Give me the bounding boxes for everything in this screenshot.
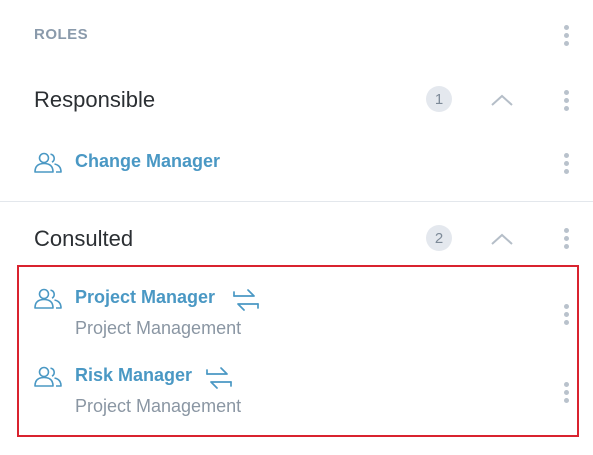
role-menu-icon[interactable] bbox=[556, 301, 576, 327]
roles-menu-icon[interactable] bbox=[556, 22, 576, 48]
people-icon bbox=[34, 152, 62, 173]
role-subtitle: Project Management bbox=[75, 318, 242, 338]
roles-heading: ROLES bbox=[34, 26, 89, 43]
role-link-project-manager[interactable]: Project Manager bbox=[75, 287, 215, 308]
role-subtitle: Project Management bbox=[75, 396, 242, 416]
swap-arrows-icon[interactable] bbox=[204, 364, 234, 392]
section-menu-icon[interactable] bbox=[556, 225, 576, 251]
chevron-up-icon[interactable] bbox=[490, 92, 514, 108]
section-title-consulted: Consulted bbox=[34, 226, 134, 251]
people-icon bbox=[34, 288, 62, 309]
role-menu-icon[interactable] bbox=[556, 150, 576, 176]
section-title-responsible: Responsible bbox=[34, 87, 156, 112]
swap-arrows-icon[interactable] bbox=[231, 286, 261, 314]
section-divider bbox=[0, 201, 593, 202]
role-link-risk-manager[interactable]: Risk Manager bbox=[75, 365, 192, 386]
section-menu-icon[interactable] bbox=[556, 87, 576, 113]
roles-panel: ROLES Responsible 1 Change Manager Consu… bbox=[0, 0, 593, 455]
role-menu-icon[interactable] bbox=[556, 379, 576, 405]
count-badge-consulted: 2 bbox=[426, 225, 452, 251]
count-badge-responsible: 1 bbox=[426, 86, 452, 112]
people-icon bbox=[34, 366, 62, 387]
role-link-change-manager[interactable]: Change Manager bbox=[75, 151, 220, 172]
chevron-up-icon[interactable] bbox=[490, 231, 514, 247]
